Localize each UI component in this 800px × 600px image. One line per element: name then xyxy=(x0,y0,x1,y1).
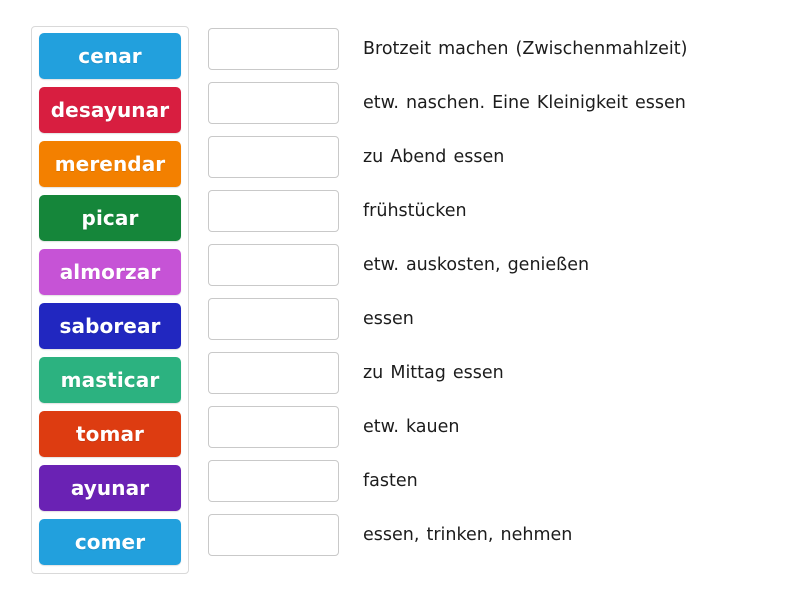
word-tile-tray: cenar desayunar merendar picar almorzar … xyxy=(31,26,189,574)
answer-dropzone-2[interactable] xyxy=(208,136,339,178)
match-row: fasten xyxy=(208,458,788,504)
answer-dropzone-6[interactable] xyxy=(208,352,339,394)
definition-text-3: frühstücken xyxy=(363,200,467,221)
answer-dropzone-3[interactable] xyxy=(208,190,339,232)
word-tile-label: almorzar xyxy=(59,260,161,284)
definition-text-8: fasten xyxy=(363,470,418,491)
answer-dropzone-7[interactable] xyxy=(208,406,339,448)
definition-text-5: essen xyxy=(363,308,414,329)
definition-text-1: etw. naschen. Eine Kleinigkeit essen xyxy=(363,92,686,113)
word-tile-9[interactable]: comer xyxy=(39,519,181,565)
match-row: zu Abend essen xyxy=(208,134,788,180)
match-row: etw. naschen. Eine Kleinigkeit essen xyxy=(208,80,788,126)
word-tile-label: saborear xyxy=(59,314,161,338)
definition-text-7: etw. kauen xyxy=(363,416,460,437)
word-tile-label: picar xyxy=(81,206,139,230)
answer-dropzone-1[interactable] xyxy=(208,82,339,124)
word-tile-label: merendar xyxy=(54,152,166,176)
definition-text-4: etw. auskosten, genießen xyxy=(363,254,590,275)
answer-dropzone-4[interactable] xyxy=(208,244,339,286)
match-row: essen xyxy=(208,296,788,342)
word-tile-5[interactable]: saborear xyxy=(39,303,181,349)
answer-dropzone-9[interactable] xyxy=(208,514,339,556)
word-tile-7[interactable]: tomar xyxy=(39,411,181,457)
word-tile-4[interactable]: almorzar xyxy=(39,249,181,295)
word-tile-label: comer xyxy=(74,530,146,554)
word-tile-1[interactable]: desayunar xyxy=(39,87,181,133)
word-tile-label: ayunar xyxy=(70,476,150,500)
match-row: etw. kauen xyxy=(208,404,788,450)
match-row: zu Mittag essen xyxy=(208,350,788,396)
definition-text-6: zu Mittag essen xyxy=(363,362,504,383)
match-row: frühstücken xyxy=(208,188,788,234)
word-tile-3[interactable]: picar xyxy=(39,195,181,241)
word-tile-2[interactable]: merendar xyxy=(39,141,181,187)
match-row: essen, trinken, nehmen xyxy=(208,512,788,558)
word-tile-label: desayunar xyxy=(50,98,170,122)
answer-dropzone-8[interactable] xyxy=(208,460,339,502)
word-tile-6[interactable]: masticar xyxy=(39,357,181,403)
word-tile-8[interactable]: ayunar xyxy=(39,465,181,511)
answer-dropzone-5[interactable] xyxy=(208,298,339,340)
definition-text-9: essen, trinken, nehmen xyxy=(363,524,573,545)
match-row: Brotzeit machen (Zwischenmahlzeit) xyxy=(208,26,788,72)
answer-dropzone-0[interactable] xyxy=(208,28,339,70)
definition-rows: Brotzeit machen (Zwischenmahlzeit) etw. … xyxy=(208,26,788,558)
definition-text-0: Brotzeit machen (Zwischenmahlzeit) xyxy=(363,38,688,59)
word-tile-0[interactable]: cenar xyxy=(39,33,181,79)
word-tile-label: tomar xyxy=(76,422,144,446)
definition-text-2: zu Abend essen xyxy=(363,146,505,167)
match-up-activity: cenar desayunar merendar picar almorzar … xyxy=(0,0,800,600)
match-row: etw. auskosten, genießen xyxy=(208,242,788,288)
word-tile-label: cenar xyxy=(78,44,142,68)
word-tile-label: masticar xyxy=(60,368,160,392)
